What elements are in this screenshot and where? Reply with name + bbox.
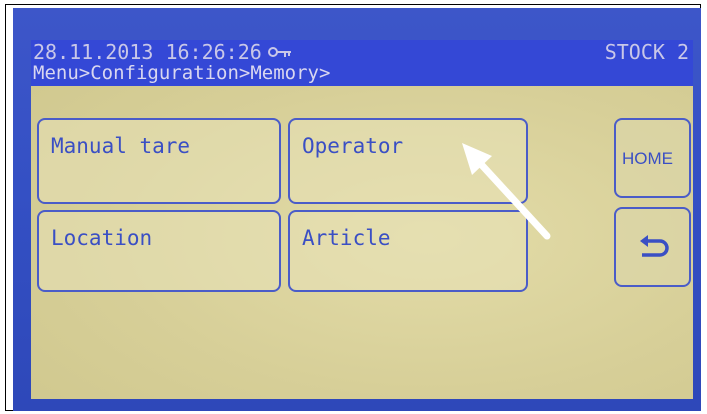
status-line: 28.11.2013 16:26:26 STOCK 2 bbox=[33, 42, 691, 62]
article-button[interactable]: Article bbox=[288, 210, 528, 292]
breadcrumb: Menu>Configuration>Memory> bbox=[33, 62, 331, 84]
status-datetime: 28.11.2013 16:26:26 bbox=[33, 40, 262, 64]
status-bar: 28.11.2013 16:26:26 STOCK 2 Menu>Configu… bbox=[31, 40, 693, 86]
status-mode: STOCK 2 bbox=[604, 40, 689, 64]
manual-tare-button[interactable]: Manual tare bbox=[37, 118, 281, 204]
operator-label: Operator bbox=[302, 134, 404, 158]
home-label: HOME bbox=[622, 149, 673, 168]
manual-tare-label: Manual tare bbox=[51, 134, 191, 158]
home-button[interactable]: HOME bbox=[614, 118, 691, 198]
location-button[interactable]: Location bbox=[37, 210, 281, 292]
location-label: Location bbox=[51, 226, 153, 250]
key-icon bbox=[268, 47, 291, 57]
article-label: Article bbox=[302, 226, 391, 250]
operator-button[interactable]: Operator bbox=[288, 118, 528, 204]
back-button[interactable] bbox=[614, 207, 691, 287]
back-arrow-icon bbox=[640, 235, 669, 257]
lcd-screen: 28.11.2013 16:26:26 STOCK 2 Menu>Configu… bbox=[31, 40, 693, 399]
